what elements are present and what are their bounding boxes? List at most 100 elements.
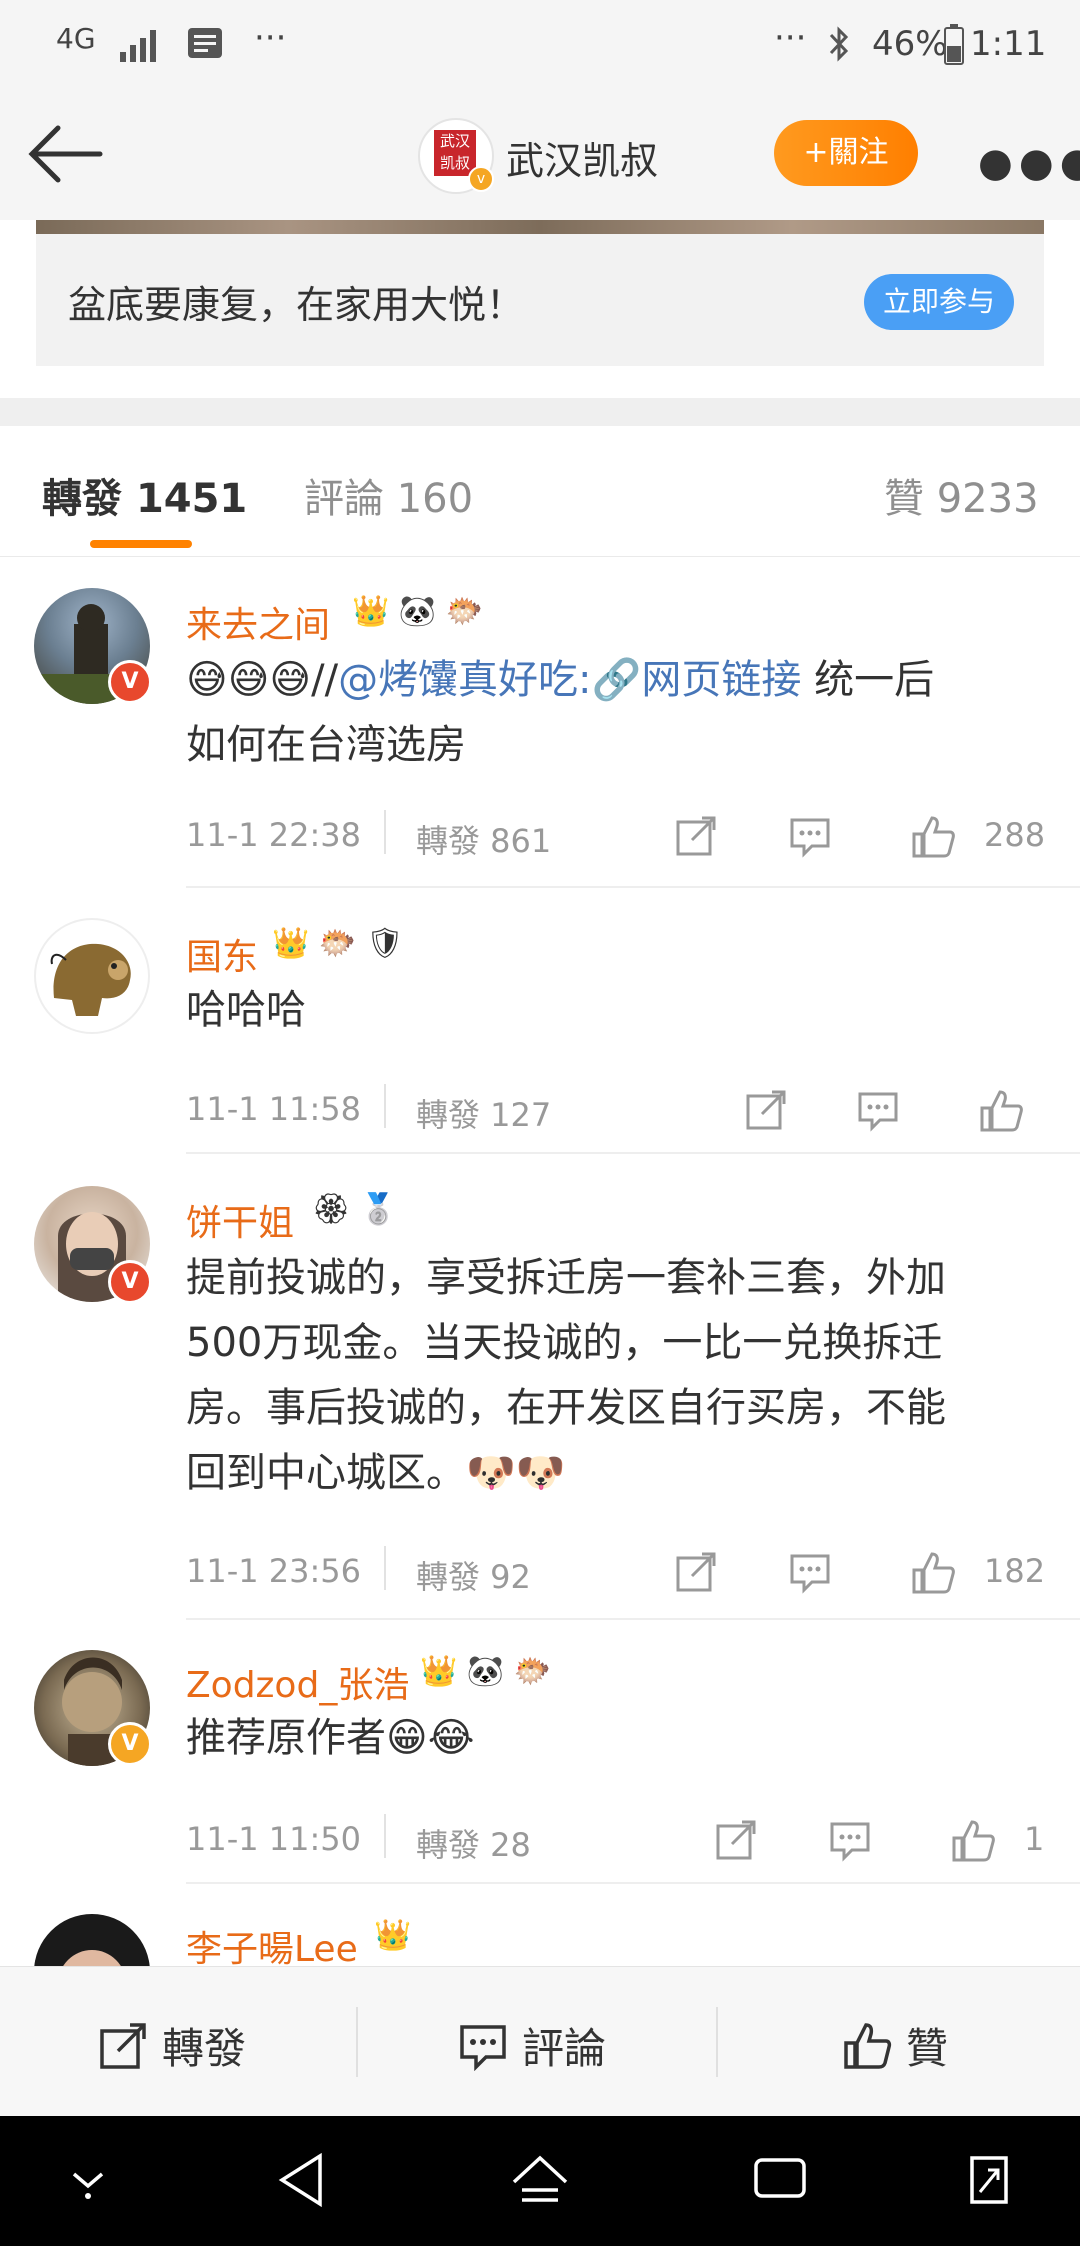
avatar-face: [63, 1950, 121, 1966]
status-more-left: ···: [254, 18, 287, 58]
comment-item: V 来去之间 👑 🐼 🐡 😅😅😅//@烤馕真好吃:🔗网页链接 统一后 如何在台湾…: [0, 556, 1080, 888]
comment-item: V Zodzod_张浩 👑 🐼 🐡 推荐原作者😁😂 11-1 11:50 轉發 …: [0, 1620, 1080, 1884]
top-nav-bar: 武汉凯叔 v 武汉凯叔 +關注 ●●●: [0, 90, 1080, 220]
hide-keyboard-icon[interactable]: [66, 2162, 110, 2202]
username[interactable]: Zodzod_张浩: [186, 1656, 409, 1708]
more-options-icon[interactable]: ●●●: [978, 140, 1080, 186]
signal-icon: [120, 30, 156, 62]
tab-likes-label: 贊: [884, 476, 924, 522]
like-icon[interactable]: [910, 814, 956, 860]
username[interactable]: 来去之间: [186, 596, 330, 648]
network-type: 4G: [56, 22, 96, 55]
emoji-doge-icon: 🐶🐶: [466, 1450, 566, 1496]
share-icon: [100, 2023, 146, 2069]
verified-v-icon: V: [108, 1260, 152, 1304]
panda-icon: 🐼: [398, 594, 437, 629]
ad-banner[interactable]: 盆底要康复，在家用大悦！ 立即参与: [36, 234, 1044, 366]
user-avatar[interactable]: [34, 918, 150, 1034]
username[interactable]: 李子暘Lee: [186, 1920, 358, 1966]
web-link[interactable]: 网页链接: [641, 657, 801, 703]
status-more-right: ···: [774, 18, 807, 58]
share-icon[interactable]: [674, 814, 718, 858]
rotate-screen-icon[interactable]: [962, 2152, 1012, 2208]
comment-text: 😅😅😅//@烤馕真好吃:🔗网页链接 统一后 如何在台湾选房: [186, 657, 935, 768]
comment-item: V 饼干姐 🏵 🥈 提前投诚的，享受拆迁房一套补三套，外加 500万现金。当天投…: [0, 1154, 1080, 1620]
comment-item: 李子暘Lee 👑: [0, 1884, 1080, 1966]
panda-icon: 🐼: [466, 1654, 505, 1689]
home-icon[interactable]: [510, 2152, 570, 2208]
tab-likes-count: 9233: [936, 476, 1039, 522]
rank-badge-icon: 🏵: [312, 1192, 351, 1227]
user-badges: 👑: [374, 1918, 411, 1953]
medal-icon: 🥈: [359, 1192, 397, 1227]
share-icon[interactable]: [744, 1088, 788, 1132]
verified-v-icon: V: [108, 1722, 152, 1766]
bluetooth-icon: [829, 26, 849, 62]
comment-icon[interactable]: [856, 1088, 900, 1132]
account-name[interactable]: 武汉凯叔: [506, 130, 658, 185]
meta-divider: [384, 1546, 386, 1590]
crown-icon: 👑: [272, 926, 310, 961]
comment-button[interactable]: 評論: [458, 2015, 606, 2076]
crown-icon: 👑: [420, 1654, 458, 1689]
forward-count: 轉發 28: [416, 1826, 531, 1864]
comment-text: 推荐原作者😁😂: [186, 1715, 475, 1761]
comment-icon[interactable]: [828, 1818, 872, 1862]
clock: 1:11: [970, 24, 1047, 64]
like-icon[interactable]: [978, 1088, 1024, 1134]
like-icon[interactable]: [950, 1818, 996, 1864]
like-button[interactable]: 贊: [842, 2015, 948, 2076]
username[interactable]: 饼干姐: [186, 1194, 294, 1246]
join-button[interactable]: 立即参与: [864, 274, 1014, 330]
message-icon: [188, 28, 222, 58]
account-logo: 武汉 凯叔: [434, 130, 476, 176]
battery-percent: 46%: [872, 24, 948, 64]
like-icon[interactable]: [910, 1550, 956, 1596]
comment-date: 11-1 22:38: [186, 816, 362, 854]
verified-badge-icon: v: [468, 166, 494, 192]
comment-icon[interactable]: [788, 814, 832, 858]
forward-count: 轉發 861: [416, 822, 552, 860]
forward-button[interactable]: 轉發: [98, 2015, 246, 2076]
crown-icon: 👑: [374, 1918, 412, 1953]
comment-icon: [460, 2025, 506, 2072]
user-avatar[interactable]: [34, 1914, 150, 1966]
verified-v-icon: V: [108, 660, 152, 704]
forward-count: 轉發 127: [416, 1096, 552, 1134]
tab-comments[interactable]: 評論 160: [304, 466, 473, 524]
recent-apps-icon[interactable]: [752, 2152, 808, 2202]
tab-bar: 轉發 1451 評論 160 贊 9233: [0, 426, 1080, 557]
tab-likes[interactable]: 贊 9233: [884, 466, 1039, 524]
tab-comments-label: 評論: [304, 476, 384, 522]
meta-divider: [384, 1814, 386, 1858]
vip-crown-icon: 👑: [352, 594, 390, 629]
comment-item: 国东 👑 🐡 🛡 哈哈哈 11-1 11:58 轉發 127: [0, 888, 1080, 1154]
comment-meta: 11-1 11:58 轉發 127: [186, 1084, 1046, 1134]
fish-icon: 🐡: [318, 926, 357, 961]
comment-meta: 11-1 11:50 轉發 28 1: [186, 1814, 1046, 1864]
action-divider: [716, 2007, 718, 2077]
shield-icon: 🛡: [365, 926, 404, 961]
back-icon[interactable]: [276, 2152, 326, 2208]
comment-text: 哈哈哈: [186, 987, 306, 1033]
tab-forward[interactable]: 轉發 1451: [42, 466, 247, 524]
username[interactable]: 国东: [186, 928, 258, 980]
forward-count: 轉發 92: [416, 1558, 531, 1596]
tab-comments-count: 160: [396, 476, 474, 522]
share-icon[interactable]: [714, 1818, 758, 1862]
comment-meta: 11-1 23:56 轉發 92 182: [186, 1546, 1046, 1596]
comment-date: 11-1 23:56: [186, 1552, 362, 1590]
comment-icon[interactable]: [788, 1550, 832, 1594]
mention-link[interactable]: @烤馕真好吃:: [338, 657, 591, 703]
user-badges: 👑 🐡 🛡: [272, 926, 404, 961]
like-count: 182: [984, 1552, 1046, 1590]
follow-button[interactable]: +關注: [774, 120, 918, 186]
like-icon: [844, 2023, 892, 2069]
bottom-action-bar: 轉發 評論 贊: [0, 1966, 1080, 2117]
tab-forward-label: 轉發: [42, 476, 122, 522]
share-icon[interactable]: [674, 1550, 718, 1594]
back-arrow-icon[interactable]: [28, 122, 104, 186]
user-badges: 👑 🐼 🐡: [352, 594, 483, 629]
meta-divider: [384, 1084, 386, 1128]
user-badges: 🏵 🥈: [312, 1192, 397, 1227]
